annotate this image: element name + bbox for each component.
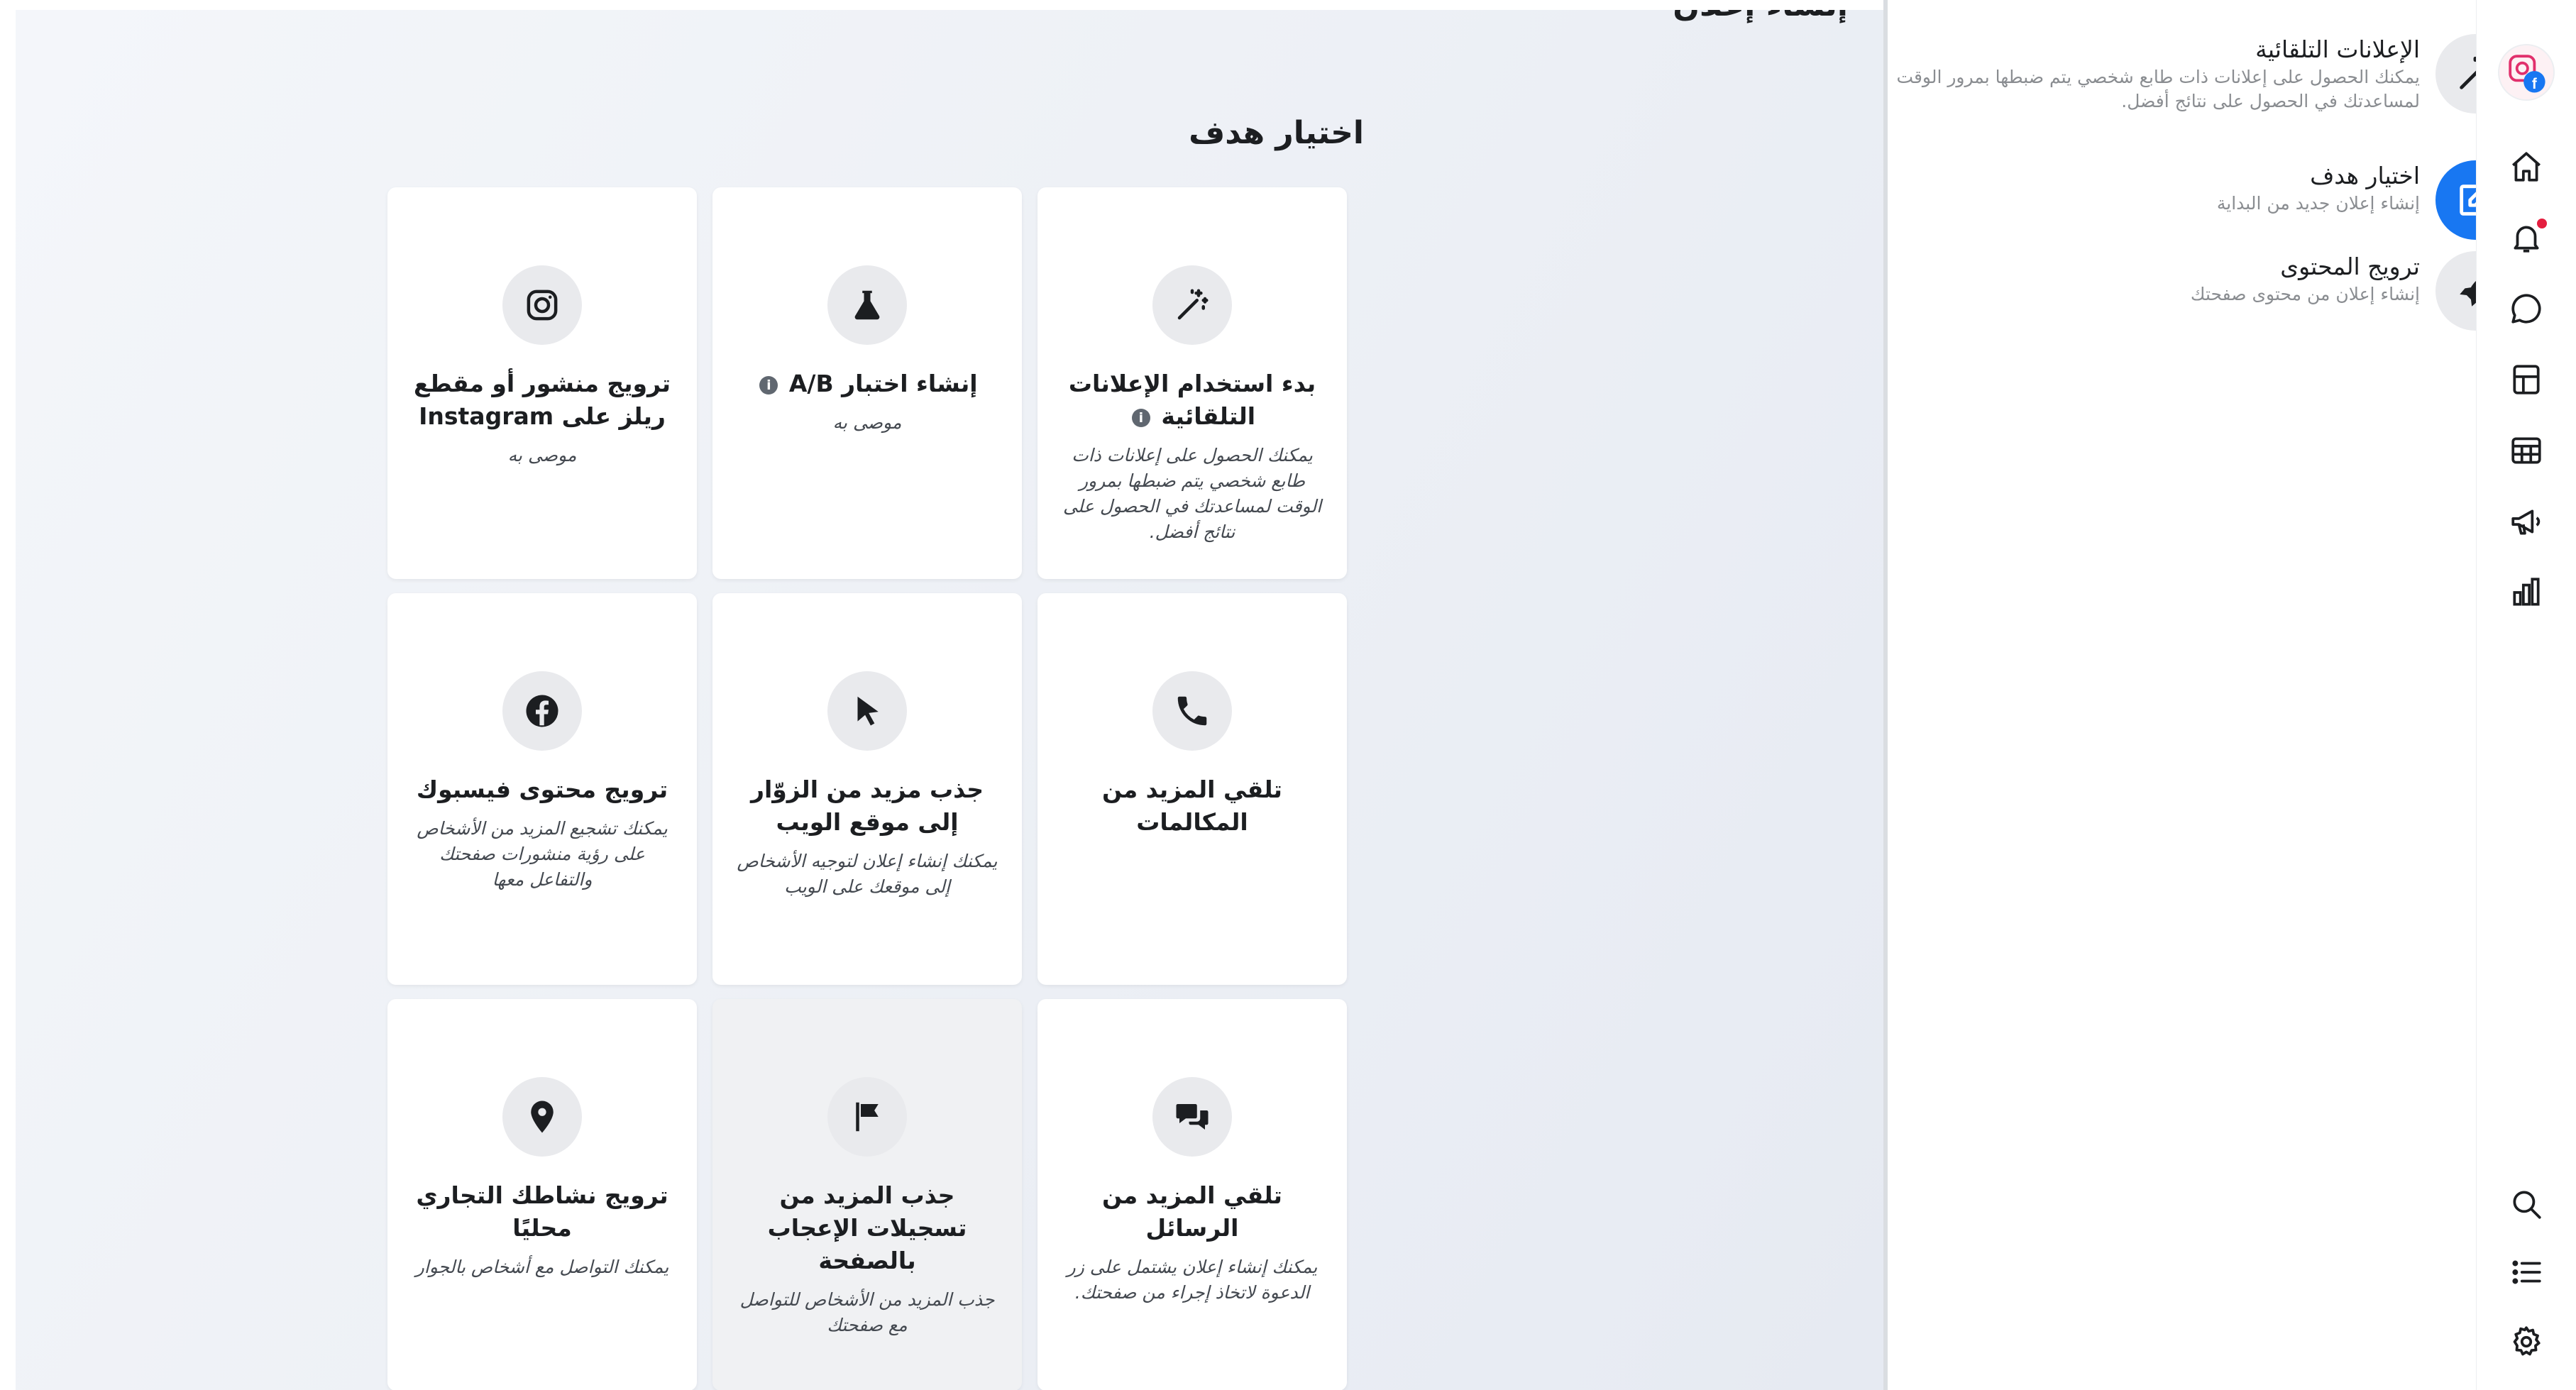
instagram-icon <box>502 265 582 345</box>
card-title: بدء استخدام الإعلانات التلقائية <box>1068 370 1316 430</box>
megaphone-icon[interactable] <box>2501 497 2551 546</box>
card-promote-instagram[interactable]: ترويج منشور أو مقطع ريلز على Instagram م… <box>387 187 697 579</box>
list-icon[interactable] <box>2501 1247 2551 1297</box>
pages-icon[interactable] <box>2501 355 2551 404</box>
info-icon[interactable]: i <box>1131 408 1150 427</box>
sidebar-option-automated-ads[interactable]: الإعلانات التلقائية يمكنك الحصول على إعل… <box>1859 34 2515 114</box>
search-icon[interactable] <box>2501 1179 2551 1229</box>
beaker-icon <box>827 265 907 345</box>
card-title: جذب المزيد من تسجيلات الإعجاب بالصفحة <box>767 1181 967 1274</box>
sidebar-option-title: اختيار هدف <box>2310 162 2420 189</box>
card-subtitle: يمكنك التواصل مع أشخاص بالجوار <box>415 1257 669 1277</box>
info-icon[interactable]: i <box>759 375 778 395</box>
card-title: تلقي المزيد من المكالمات <box>1102 776 1282 836</box>
card-title: تلقي المزيد من الرسائل <box>1102 1181 1282 1242</box>
card-title: ترويج محتوى فيسبوك <box>416 776 668 803</box>
cursor-icon <box>827 671 907 751</box>
nav-rail: f <box>2476 0 2576 1390</box>
card-subtitle: يمكنك تشجيع المزيد من الأشخاص على رؤية م… <box>417 818 668 890</box>
sidebar-option-subtitle: إنشاء إعلان من محتوى صفحتك <box>2190 284 2420 304</box>
card-title: إنشاء اختبار A/B <box>788 370 978 397</box>
main-panel: إنشاء إعلان اختيار هدف بدء استخدام الإعل… <box>16 10 1883 1390</box>
card-subtitle: يمكنك الحصول على إعلانات ذات طابع شخصي ي… <box>1062 445 1322 542</box>
card-title: ترويج نشاطك التجاري محليًا <box>416 1181 668 1242</box>
card-website-visitors[interactable]: جذب مزيد من الزوّار إلى موقع الويب يمكنك… <box>712 593 1022 985</box>
bell-icon[interactable] <box>2501 213 2551 263</box>
card-automated-ads[interactable]: بدء استخدام الإعلانات التلقائية i يمكنك … <box>1037 187 1347 579</box>
card-page-likes[interactable]: جذب المزيد من تسجيلات الإعجاب بالصفحة جذ… <box>712 999 1022 1390</box>
notification-badge <box>2537 219 2547 228</box>
card-subtitle: يمكنك إنشاء إعلان لتوجيه الأشخاص إلى موق… <box>737 851 998 897</box>
section-title: اختيار هدف <box>1189 115 1364 151</box>
card-get-calls[interactable]: تلقي المزيد من المكالمات <box>1037 593 1347 985</box>
card-subtitle: موصى به <box>507 445 577 465</box>
facebook-icon <box>502 671 582 751</box>
magic-wand-icon <box>1152 265 1232 345</box>
card-title: ترويج منشور أو مقطع ريلز على Instagram <box>414 370 671 430</box>
card-ab-test[interactable]: إنشاء اختبار A/B i موصى به <box>712 187 1022 579</box>
sidebar-option-subtitle: إنشاء إعلان جديد من البداية <box>2216 193 2420 214</box>
avatar[interactable]: f <box>2498 44 2555 101</box>
phone-icon <box>1152 671 1232 751</box>
sidebar-option-subtitle: يمكنك الحصول على إعلانات ذات طابع شخصي ي… <box>1896 67 2420 111</box>
card-subtitle: جذب المزيد من الأشخاص للتواصل مع صفحتك <box>739 1289 995 1335</box>
card-subtitle: يمكنك إنشاء إعلان يشتمل على زر الدعوة لا… <box>1067 1257 1318 1303</box>
page-title: إنشاء إعلان <box>1673 10 1848 23</box>
gear-icon[interactable] <box>2501 1317 2551 1367</box>
card-title: جذب مزيد من الزوّار إلى موقع الويب <box>750 776 984 836</box>
chat-icon[interactable] <box>2501 284 2551 333</box>
card-promote-facebook[interactable]: ترويج محتوى فيسبوك يمكنك تشجيع المزيد من… <box>387 593 697 985</box>
card-subtitle: موصى به <box>832 412 902 433</box>
flag-icon <box>827 1077 907 1157</box>
card-promote-local[interactable]: ترويج نشاطك التجاري محليًا يمكنك التواصل… <box>387 999 697 1390</box>
location-pin-icon <box>502 1077 582 1157</box>
chart-icon[interactable] <box>2501 568 2551 617</box>
sidebar-option-title: ترويج المحتوى <box>2280 253 2420 280</box>
table-icon[interactable] <box>2501 426 2551 475</box>
home-icon[interactable] <box>2501 142 2551 192</box>
sidebar-option-title: الإعلانات التلقائية <box>2255 35 2420 63</box>
sidebar-option-promote-content[interactable]: ترويج المحتوى إنشاء إعلان من محتوى صفحتك <box>1859 251 2515 331</box>
chat-bubbles-icon <box>1152 1077 1232 1157</box>
sidebar-option-choose-goal[interactable]: اختيار هدف إنشاء إعلان جديد من البداية <box>1859 160 2515 240</box>
svg-text:f: f <box>2532 76 2537 92</box>
card-get-messages[interactable]: تلقي المزيد من الرسائل يمكنك إنشاء إعلان… <box>1037 999 1347 1390</box>
